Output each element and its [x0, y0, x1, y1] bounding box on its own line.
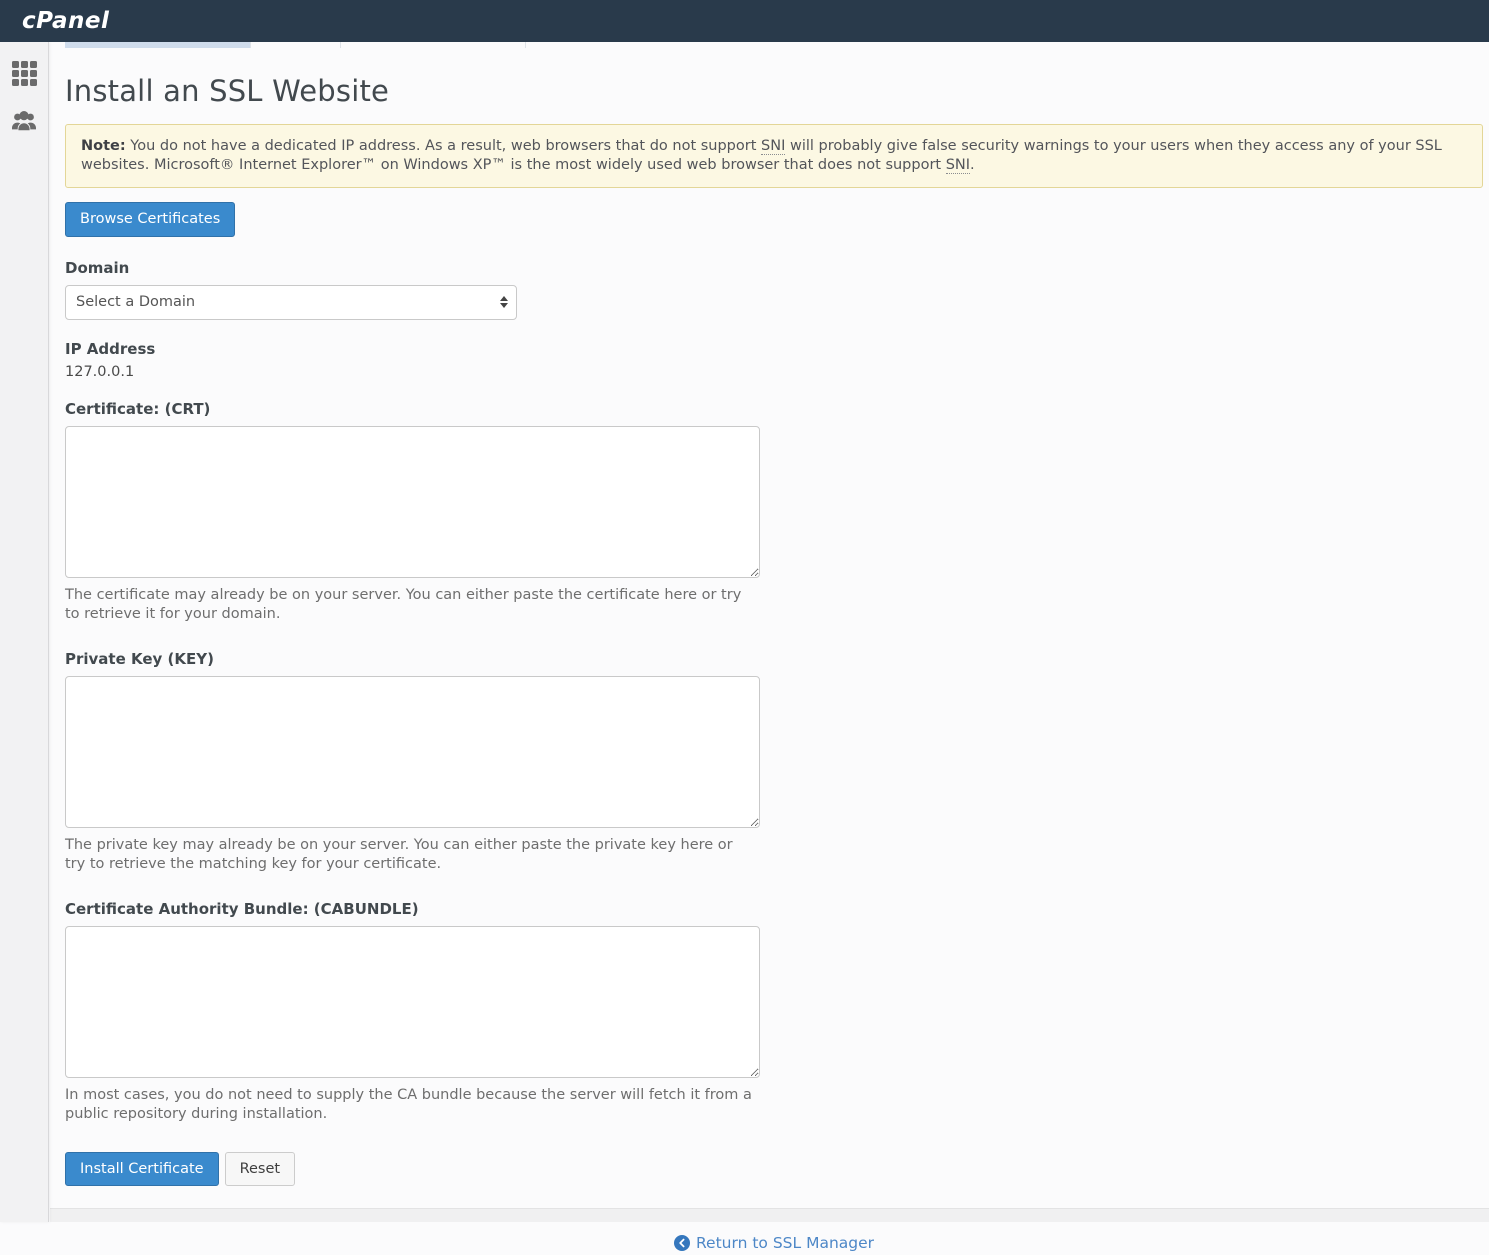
left-sidebar	[0, 42, 49, 1222]
domain-select[interactable]: Select a Domain	[65, 285, 517, 320]
tab-separator	[525, 42, 526, 48]
domain-select-wrap: Select a Domain	[65, 285, 517, 320]
top-navbar: cPanel	[0, 0, 1489, 42]
ca-bundle-help-text: In most cases, you do not need to supply…	[65, 1086, 755, 1124]
active-tab-indicator	[65, 42, 250, 48]
cpanel-logo: cPanel	[22, 8, 109, 34]
tab-strip	[0, 42, 1489, 48]
note-text-1: You do not have a dedicated IP address. …	[126, 138, 761, 154]
ip-address-label: IP Address	[65, 340, 1483, 358]
private-key-textarea[interactable]	[65, 676, 760, 828]
certificate-label: Certificate: (CRT)	[65, 400, 1483, 418]
ca-bundle-textarea[interactable]	[65, 926, 760, 1078]
users-icon	[10, 109, 38, 133]
certificate-help-text: The certificate may already be on your s…	[65, 586, 755, 624]
browse-certificates-button[interactable]: Browse Certificates	[65, 202, 235, 237]
certificate-textarea[interactable]	[65, 426, 760, 578]
ca-bundle-label: Certificate Authority Bundle: (CABUNDLE)	[65, 900, 1483, 918]
ip-address-value: 127.0.0.1	[65, 364, 1483, 380]
main-content: Install an SSL Website Note: You do not …	[50, 48, 1489, 1208]
private-key-help-text: The private key may already be on your s…	[65, 836, 755, 874]
tab-separator	[340, 42, 341, 48]
page-title: Install an SSL Website	[65, 74, 1483, 108]
sidebar-item-users[interactable]	[9, 106, 39, 136]
sidebar-item-apps[interactable]	[9, 58, 39, 88]
form-actions: Install Certificate Reset	[65, 1152, 1483, 1187]
domain-label: Domain	[65, 259, 1483, 277]
return-link-label: Return to SSL Manager	[696, 1234, 874, 1252]
private-key-label: Private Key (KEY)	[65, 650, 1483, 668]
note-text-3: .	[970, 157, 975, 173]
install-certificate-button[interactable]: Install Certificate	[65, 1152, 219, 1187]
tab-separator	[250, 42, 251, 48]
reset-button[interactable]: Reset	[225, 1152, 296, 1187]
apps-grid-icon	[12, 61, 37, 86]
back-arrow-circle-icon	[674, 1235, 690, 1251]
note-label: Note:	[81, 138, 126, 154]
sni-warning-note: Note: You do not have a dedicated IP add…	[65, 124, 1483, 188]
sni-abbr: SNI	[946, 157, 970, 174]
footer-strip	[50, 1208, 1489, 1222]
sni-abbr: SNI	[761, 138, 785, 155]
footer-link-row: Return to SSL Manager	[65, 1234, 1483, 1255]
return-to-ssl-manager-link[interactable]: Return to SSL Manager	[674, 1234, 874, 1252]
